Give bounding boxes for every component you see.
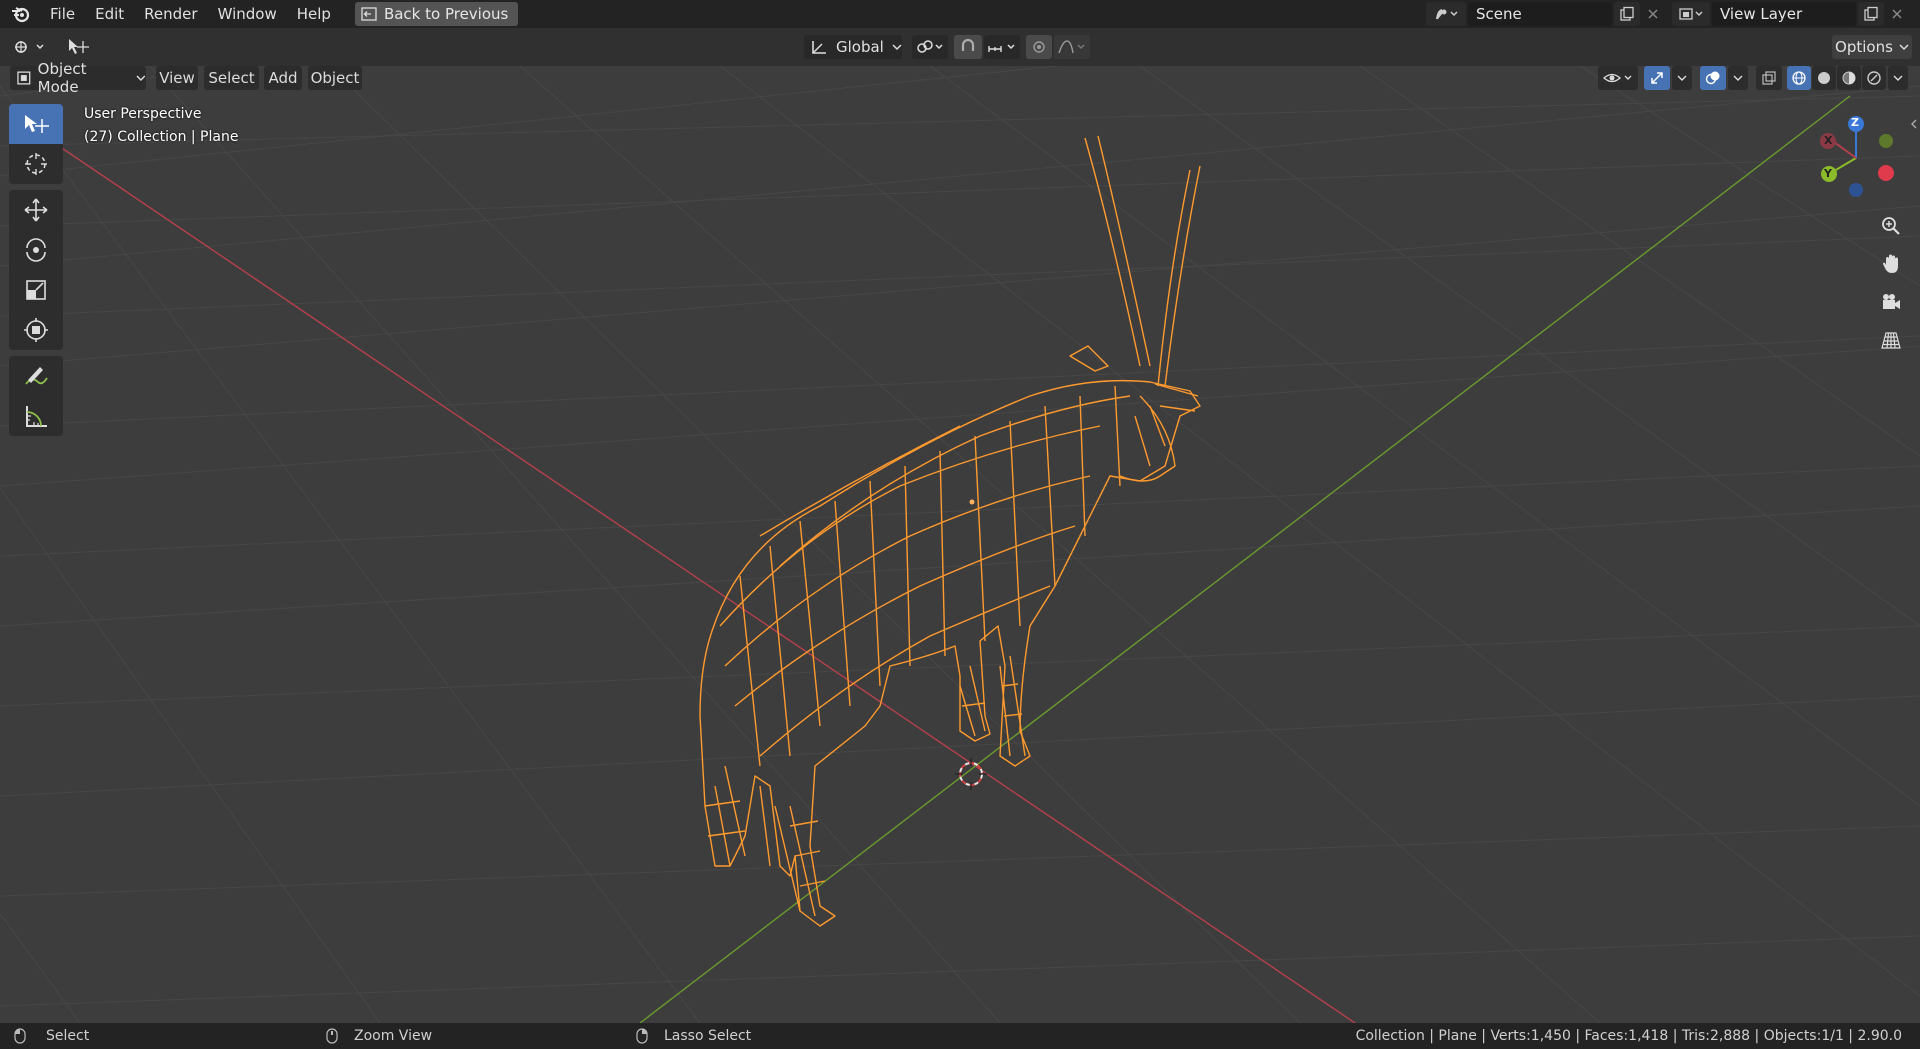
delete-scene-icon[interactable] (1640, 2, 1666, 26)
sidebar-toggle-icon[interactable] (1910, 116, 1918, 134)
options-label: Options (1835, 38, 1893, 56)
object-menu[interactable]: Object (308, 66, 362, 90)
status-bar: Select Zoom View Lasso Select Collection… (0, 1023, 1920, 1049)
select-box-tool-icon[interactable] (9, 104, 63, 144)
menu-window[interactable]: Window (208, 0, 287, 28)
chevron-down-icon (136, 75, 146, 81)
mouse-middle-icon (326, 1028, 338, 1044)
menu-render[interactable]: Render (134, 0, 207, 28)
mouse-right-icon (636, 1028, 648, 1044)
status-lasso-label: Lasso Select (664, 1028, 752, 1044)
solid-shading-icon[interactable] (1812, 66, 1836, 90)
menu-edit[interactable]: Edit (85, 0, 134, 28)
scene-name-field[interactable]: Scene (1468, 2, 1612, 26)
viewport-grid (0, 66, 1920, 1023)
eye-icon (1603, 73, 1632, 83)
pan-view-icon[interactable] (1875, 248, 1907, 280)
3d-cursor-icon (955, 758, 987, 790)
status-lasso-hint: Lasso Select (636, 1028, 751, 1044)
pivot-point-dropdown[interactable] (912, 35, 948, 59)
chevron-down-icon (892, 44, 902, 51)
falloff-icon (1058, 40, 1085, 54)
top-menu-bar: File Edit Render Window Help Back to Pre… (0, 0, 1920, 28)
new-scene-icon[interactable] (1614, 2, 1640, 26)
new-view-layer-icon[interactable] (1858, 2, 1884, 26)
chevron-down-icon (1733, 75, 1743, 81)
overlays-dropdown[interactable] (1728, 66, 1748, 90)
chevron-down-icon (1899, 44, 1909, 51)
wireframe-shading-icon[interactable] (1787, 66, 1811, 90)
options-dropdown[interactable]: Options (1832, 35, 1912, 59)
mouse-left-icon (14, 1028, 26, 1044)
gizmo-x-label[interactable]: X (1824, 134, 1832, 147)
status-zoom-label: Zoom View (354, 1028, 433, 1044)
delete-view-layer-icon[interactable] (1884, 2, 1910, 26)
back-to-previous-button[interactable]: Back to Previous (354, 2, 519, 26)
object-mode-dropdown[interactable]: Object Mode (10, 60, 146, 96)
scene-selector: Scene (1426, 2, 1666, 26)
snap-increment-icon (988, 44, 1015, 52)
annotate-tool-icon[interactable] (9, 356, 63, 396)
view-layer-selector: View Layer (1672, 2, 1910, 26)
xray-toggle-icon[interactable] (1756, 66, 1782, 90)
perspective-ortho-toggle-icon[interactable] (1875, 324, 1907, 356)
transform-tool-icon[interactable] (9, 310, 63, 350)
scene-browse-icon[interactable] (1426, 2, 1466, 26)
chevron-down-icon (1677, 75, 1687, 81)
gizmo-dropdown[interactable] (1672, 66, 1692, 90)
viewport-header: Object Mode View Select Add Object (0, 60, 1920, 129)
move-tool-icon[interactable] (9, 190, 63, 230)
cursor-tool-icon[interactable] (9, 144, 63, 184)
select-box-tool-icon[interactable] (64, 35, 92, 59)
snap-toggle-icon[interactable] (954, 35, 982, 59)
proportional-editing-icon[interactable] (1026, 35, 1052, 59)
editor-type-icon[interactable] (10, 35, 50, 59)
zoom-view-icon[interactable] (1875, 210, 1907, 242)
pivot-icon (917, 40, 943, 53)
left-toolbar (9, 104, 63, 442)
gizmo-y-label[interactable]: Y (1824, 167, 1832, 180)
menu-help[interactable]: Help (287, 0, 341, 28)
proportional-falloff-dropdown[interactable] (1054, 35, 1090, 59)
3d-viewport[interactable]: Z Y X User Perspective (27) Collection |… (0, 66, 1920, 1023)
back-icon (361, 7, 377, 21)
status-select-hint: Select (14, 1028, 89, 1044)
overlays-toggle-icon[interactable] (1700, 66, 1726, 90)
object-origin (969, 499, 975, 505)
camera-view-icon[interactable] (1875, 286, 1907, 318)
scale-tool-icon[interactable] (9, 270, 63, 310)
measure-tool-icon[interactable] (9, 396, 63, 436)
blender-logo-icon[interactable] (0, 0, 40, 28)
orientation-icon (812, 41, 826, 54)
oryx-wireframe-mesh (699, 135, 1201, 927)
orientation-label: Global (836, 38, 884, 56)
menu-file[interactable]: File (40, 0, 85, 28)
add-menu[interactable]: Add (264, 66, 302, 90)
view-layer-browse-icon[interactable] (1672, 2, 1710, 26)
material-preview-icon[interactable] (1837, 66, 1861, 90)
scene-statistics: Collection | Plane | Verts:1,450 | Faces… (1355, 1028, 1902, 1044)
active-collection-label: (27) Collection | Plane (84, 129, 239, 145)
gizmo-z-label[interactable]: Z (1851, 116, 1859, 129)
transform-orientation-dropdown[interactable]: Global (804, 35, 902, 59)
tool-settings-header: Global Options (0, 28, 1920, 66)
rotate-tool-icon[interactable] (9, 230, 63, 270)
rendered-shading-icon[interactable] (1862, 66, 1886, 90)
back-button-label: Back to Previous (383, 5, 509, 23)
visibility-dropdown[interactable] (1598, 66, 1638, 90)
view-layer-name-field[interactable]: View Layer (1712, 2, 1856, 26)
x-axis-line (49, 139, 1356, 1023)
chevron-down-icon (1893, 75, 1903, 81)
view-perspective-label: User Perspective (84, 106, 202, 122)
shading-dropdown[interactable] (1888, 66, 1908, 90)
object-mode-icon (17, 71, 31, 85)
y-axis-line (639, 95, 1851, 1023)
status-select-label: Select (46, 1028, 90, 1044)
view-menu[interactable]: View (156, 66, 198, 90)
object-mode-label: Object Mode (37, 60, 87, 96)
gizmo-toggle-icon[interactable] (1644, 66, 1670, 90)
select-menu[interactable]: Select (204, 66, 259, 90)
status-zoom-hint: Zoom View (326, 1028, 432, 1044)
snap-target-dropdown[interactable] (984, 35, 1020, 59)
